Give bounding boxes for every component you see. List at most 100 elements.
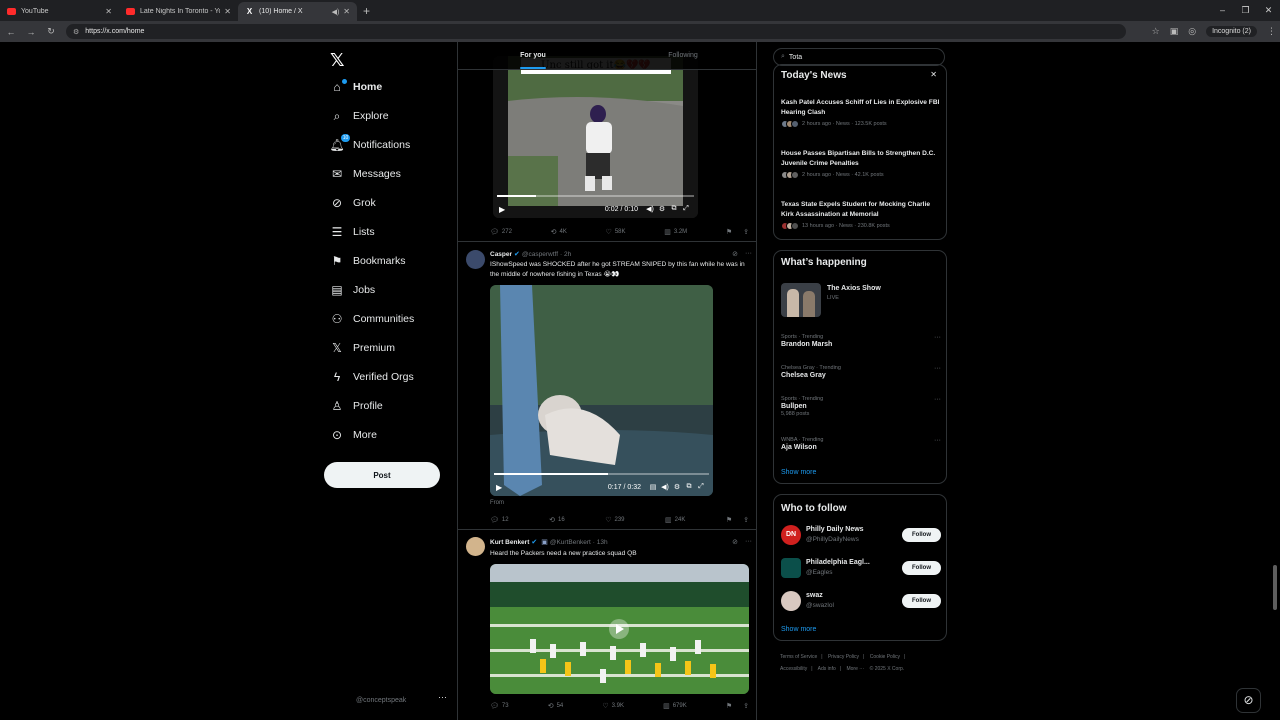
share-button[interactable]: ⇪: [743, 516, 752, 524]
views-button[interactable]: ▥ 3.2M: [664, 228, 687, 236]
grok-icon[interactable]: ⊘: [732, 538, 738, 546]
show-more-link[interactable]: Show more: [781, 626, 816, 633]
new-tab-button[interactable]: +: [363, 4, 370, 18]
tab-following[interactable]: Following: [608, 42, 756, 69]
volume-icon[interactable]: ◀): [659, 483, 671, 491]
play-icon[interactable]: ▶: [499, 205, 505, 214]
sidebar-item-more[interactable]: ⊙ More: [330, 424, 377, 446]
trend-item[interactable]: Sports · Trending Bullpen 5,988 posts ··…: [781, 396, 941, 417]
more-icon[interactable]: ···: [745, 538, 752, 546]
trend-item[interactable]: Chelsea Gray · Trending Chelsea Gray ···: [781, 365, 941, 379]
video-progress-bar[interactable]: [494, 473, 709, 475]
footer-link-more[interactable]: More ···: [846, 666, 864, 672]
close-icon[interactable]: ✕: [930, 70, 937, 79]
repost-button[interactable]: ⟲ 4K: [551, 228, 567, 236]
trend-item[interactable]: Sports · Trending Brandon Marsh ···: [781, 334, 941, 348]
sidebar-item-verified-orgs[interactable]: ϟ Verified Orgs: [330, 366, 414, 388]
tweet-time[interactable]: · 13h: [593, 539, 608, 546]
author-handle[interactable]: @casperwtff: [522, 251, 558, 258]
sidebar-item-explore[interactable]: ⌕ Explore: [330, 105, 389, 127]
follow-button[interactable]: Follow: [902, 561, 941, 575]
share-button[interactable]: ⇪: [743, 228, 752, 236]
footer-link-cookies[interactable]: Cookie Policy: [870, 654, 900, 660]
bookmark-button[interactable]: ⚑: [726, 516, 735, 524]
close-icon[interactable]: ✕: [224, 7, 231, 16]
lens-icon[interactable]: ◎: [1188, 26, 1196, 37]
share-button[interactable]: ⇪: [743, 702, 752, 710]
tweet-video[interactable]: Unc still got it😂💔💔 ▶ 0:02 / 0:10 ◀) ⚙ ⧉…: [493, 56, 698, 218]
sidebar-item-communities[interactable]: ⚇ Communities: [330, 308, 415, 330]
screen-share-icon[interactable]: ▣: [1170, 26, 1179, 37]
minimize-icon[interactable]: –: [1211, 0, 1234, 20]
like-button[interactable]: ♡ 239: [605, 516, 624, 524]
follow-button[interactable]: Follow: [902, 594, 941, 608]
footer-link-terms[interactable]: Terms of Service: [780, 654, 817, 660]
like-button[interactable]: ♡ 3.9K: [602, 702, 624, 710]
follow-suggestion[interactable]: DN Philly Daily News @PhillyDailyNews Fo…: [781, 523, 941, 547]
maximize-icon[interactable]: ❐: [1234, 0, 1257, 20]
more-icon[interactable]: ···: [934, 365, 941, 372]
more-icon[interactable]: ···: [745, 250, 752, 258]
sidebar-item-lists[interactable]: ☰ Lists: [330, 221, 375, 243]
browser-tab-youtube[interactable]: YouTube ✕: [0, 2, 119, 21]
more-icon[interactable]: ···: [934, 334, 941, 341]
sidebar-item-notifications[interactable]: 🔔︎ 10 Notifications: [329, 134, 410, 156]
account-more-icon[interactable]: ···: [438, 692, 447, 702]
grok-float-button[interactable]: ⊘: [1236, 688, 1261, 713]
author-name[interactable]: Kurt Benkert: [490, 539, 529, 546]
page-scrollbar[interactable]: [1273, 565, 1277, 610]
follow-suggestion[interactable]: swaz @swazlol Follow: [781, 589, 941, 613]
browser-tab-late-nights[interactable]: Late Nights In Toronto - YouTu ✕: [119, 2, 238, 21]
footer-link-privacy[interactable]: Privacy Policy: [828, 654, 859, 660]
live-title[interactable]: The Axios Show: [827, 285, 881, 292]
repost-button[interactable]: ⟲ 54: [548, 702, 564, 710]
tweet-time[interactable]: · 2h: [560, 251, 571, 258]
avatar[interactable]: [466, 537, 485, 556]
pip-icon[interactable]: ⧉: [668, 205, 680, 213]
news-item[interactable]: House Passes Bipartisan Bills to Strengt…: [781, 149, 941, 179]
avatar[interactable]: [466, 250, 485, 269]
author-handle[interactable]: @KurtBenkert: [550, 539, 591, 546]
reply-button[interactable]: 💬︎ 272: [490, 228, 512, 236]
fullscreen-icon[interactable]: ⤢: [695, 483, 707, 491]
footer-link-accessibility[interactable]: Accessibility: [780, 666, 807, 672]
volume-icon[interactable]: ◀): [644, 205, 656, 213]
sidebar-item-premium[interactable]: 𝕏 Premium: [330, 337, 395, 359]
settings-icon[interactable]: ⚙: [656, 205, 668, 213]
post-button[interactable]: Post: [324, 462, 440, 488]
show-more-link[interactable]: Show more: [781, 469, 816, 476]
captions-icon[interactable]: ▤: [647, 483, 659, 491]
more-icon[interactable]: ···: [934, 437, 941, 444]
more-icon[interactable]: ···: [934, 396, 941, 403]
news-item[interactable]: Kash Patel Accuses Schiff of Lies in Exp…: [781, 98, 941, 128]
tweet-video[interactable]: ▶ 0:17 / 0:32 ▤ ◀) ⚙ ⧉ ⤢: [490, 285, 713, 496]
incognito-badge[interactable]: Incognito (2): [1206, 26, 1257, 37]
bookmark-button[interactable]: ⚑: [726, 228, 735, 236]
sidebar-item-grok[interactable]: ⊘ Grok: [330, 192, 376, 214]
trend-item[interactable]: WNBA · Trending Aja Wilson ···: [781, 437, 941, 451]
kebab-menu-icon[interactable]: ⋮: [1267, 26, 1276, 37]
footer-link-ads-info[interactable]: Ads info: [818, 666, 836, 672]
repost-button[interactable]: ⟲ 16: [549, 516, 565, 524]
url-bar[interactable]: ⚙ https://x.com/home: [66, 24, 1126, 39]
account-handle[interactable]: @conceptspeak: [356, 697, 406, 704]
follow-suggestion[interactable]: Philadelphia Eagl... @Eagles Follow: [781, 556, 941, 580]
live-thumbnail[interactable]: [781, 283, 821, 317]
reply-button[interactable]: 💬︎ 12: [490, 516, 509, 524]
author-name[interactable]: Casper: [490, 251, 512, 258]
fullscreen-icon[interactable]: ⤢: [680, 205, 692, 213]
forward-icon[interactable]: →: [22, 27, 40, 37]
tab-for-you[interactable]: For you: [458, 42, 608, 69]
site-info-icon[interactable]: ⚙: [73, 28, 79, 36]
sidebar-item-bookmarks[interactable]: ⚑ Bookmarks: [330, 250, 406, 272]
speaker-icon[interactable]: ◀): [332, 8, 340, 16]
reload-icon[interactable]: ↻: [42, 26, 60, 37]
sidebar-item-home[interactable]: ⌂ Home: [330, 76, 382, 98]
follow-button[interactable]: Follow: [902, 528, 941, 542]
bookmark-button[interactable]: ⚑: [726, 702, 735, 710]
sidebar-item-jobs[interactable]: ▤ Jobs: [330, 279, 375, 301]
star-icon[interactable]: ☆: [1152, 26, 1160, 37]
reply-button[interactable]: 💬︎ 73: [490, 702, 509, 710]
sidebar-item-messages[interactable]: ✉ Messages: [330, 163, 401, 185]
views-button[interactable]: ▥ 679K: [663, 702, 687, 710]
